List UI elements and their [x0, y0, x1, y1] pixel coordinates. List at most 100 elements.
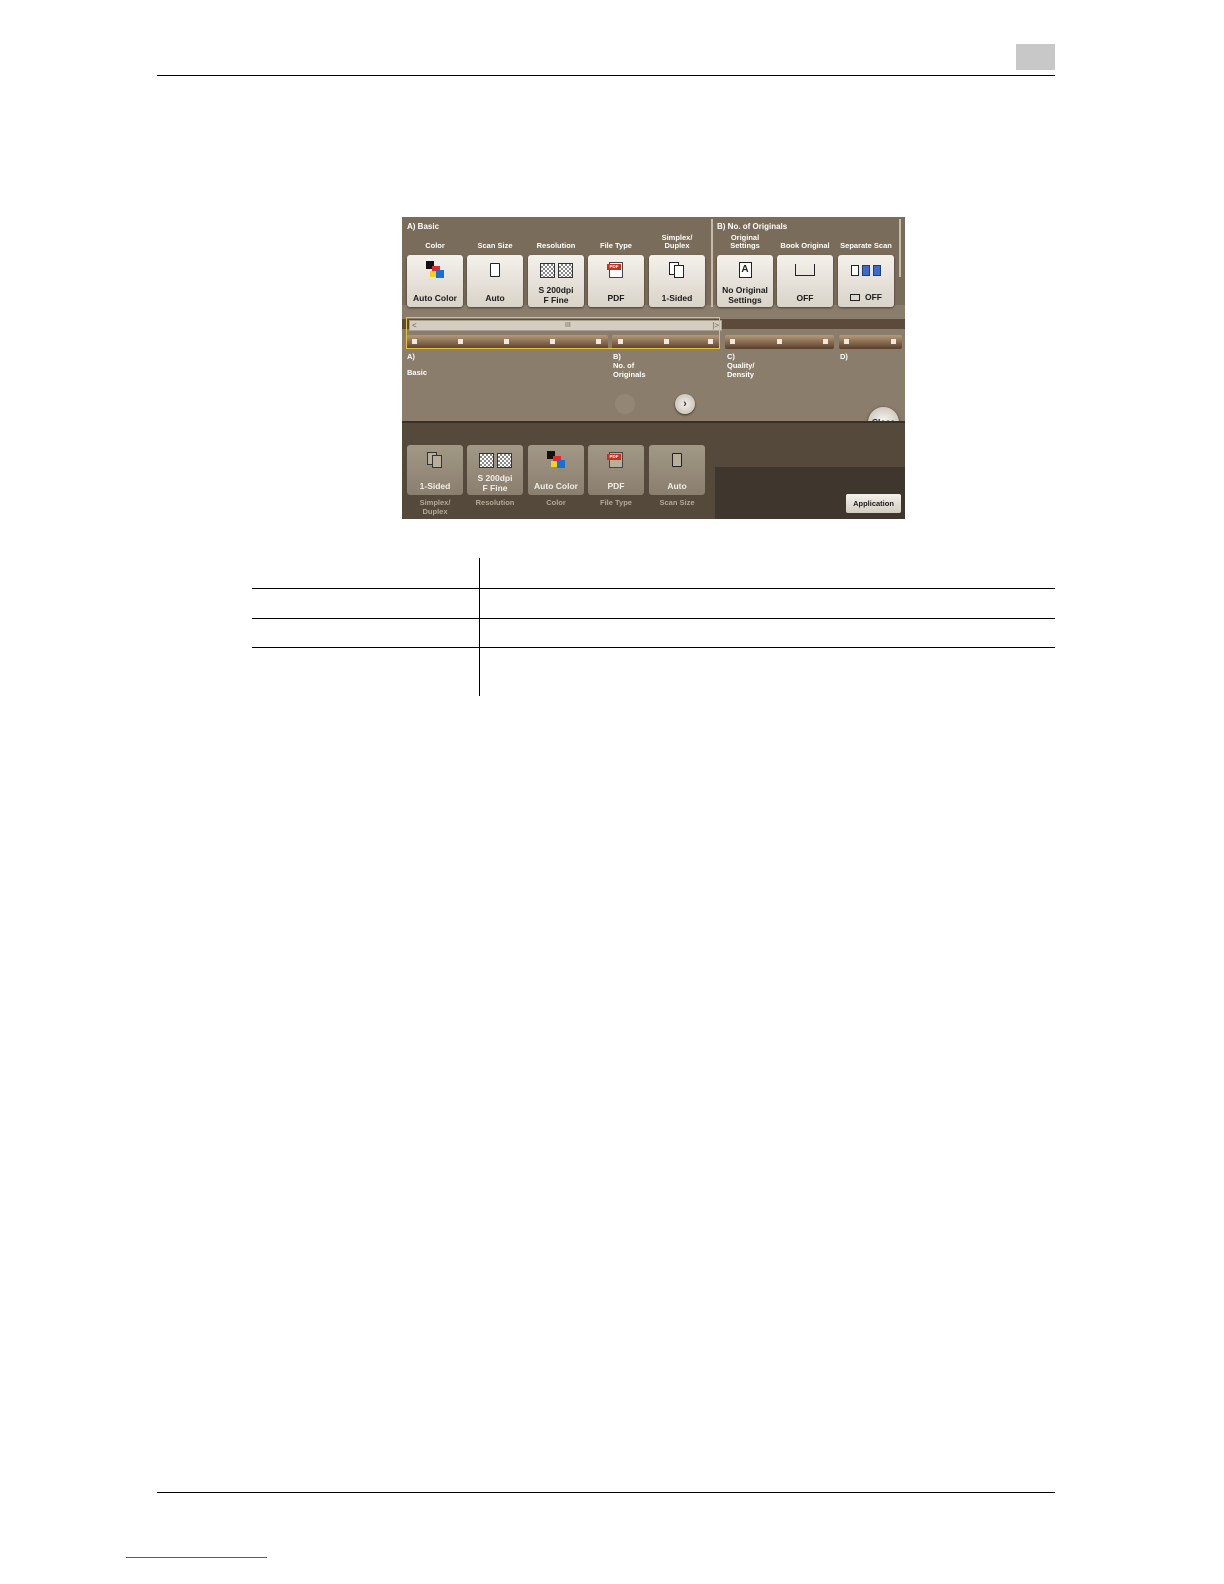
pdf-badge: PDF — [607, 454, 621, 460]
scan-size-icon-wrap — [467, 261, 523, 279]
nav-label-line: B) — [613, 352, 621, 361]
label-scan-size: Scan Size — [477, 241, 513, 250]
label-resolution: Resolution — [536, 241, 576, 250]
resolution-button[interactable]: S 200dpi F Fine — [528, 255, 584, 307]
label-color: Color — [425, 241, 445, 250]
caption-resolution: Resolution — [475, 498, 515, 507]
label-separate-scan: Separate Scan — [840, 241, 892, 250]
resolution-icon — [539, 262, 555, 278]
file-type-icon-wrap: PDF — [588, 451, 644, 469]
duplex-icon — [426, 451, 444, 469]
shortcut-scan-size-button[interactable]: Auto — [649, 445, 705, 495]
label-line: Settings — [730, 241, 760, 250]
shortcut-color-button[interactable]: Auto Color — [528, 445, 584, 495]
table-row-divider — [252, 647, 1055, 648]
nav-label-basic: A) Basic — [407, 352, 427, 377]
section-divider-right — [899, 219, 901, 277]
footer-link-underline — [126, 1557, 267, 1558]
caption-color: Color — [546, 498, 566, 507]
original-settings-value: No Original Settings — [717, 285, 773, 305]
label-line: Duplex — [664, 241, 690, 250]
nav-label-line: Originals — [613, 370, 646, 379]
header-rule — [157, 75, 1055, 76]
value-line: F Fine — [482, 483, 508, 493]
value-line: No Original — [722, 285, 768, 295]
document-icon — [490, 263, 500, 277]
resolution-icon — [478, 452, 494, 468]
color-icon-wrap — [407, 261, 463, 279]
table-row-divider — [252, 618, 1055, 619]
color-swatch — [436, 270, 444, 278]
nav-label-originals: B) No. of Originals — [613, 352, 646, 379]
caption-line: Simplex/ — [419, 498, 451, 507]
duplex-icon-wrap — [407, 451, 463, 469]
book-original-button[interactable]: OFF — [777, 255, 833, 307]
simplex-duplex-value: 1-Sided — [661, 293, 693, 303]
original-settings-button[interactable]: A No Original Settings — [717, 255, 773, 307]
nav-dot — [730, 339, 735, 344]
application-button[interactable]: Application — [846, 494, 901, 513]
scan-size-button[interactable]: Auto — [467, 255, 523, 307]
color-swatch — [430, 271, 436, 277]
table-row-divider — [252, 588, 1055, 589]
file-type-button[interactable]: PDF PDF — [588, 255, 644, 307]
nav-label-line: No. of — [613, 361, 635, 370]
caption-simplex-duplex: Simplex/ Duplex — [406, 498, 464, 516]
table-column-divider — [479, 558, 480, 696]
small-book-icon — [850, 293, 860, 301]
color-icon-wrap — [528, 451, 584, 469]
nav-label-line: D) — [840, 352, 848, 361]
book-icon-wrap — [777, 261, 833, 279]
duplex-icon-wrap — [649, 261, 705, 279]
nav-section-quality[interactable] — [725, 335, 834, 349]
nav-label-line: C) — [727, 352, 735, 361]
shortcut-scan-size-value: Auto — [667, 481, 687, 491]
scan-size-value: Auto — [485, 293, 505, 303]
section-divider — [711, 219, 713, 307]
caption-file-type: File Type — [600, 498, 632, 507]
resolution-icon — [496, 452, 512, 468]
nav-section-d[interactable] — [839, 335, 902, 349]
pdf-icon: PDF — [607, 452, 623, 468]
shortcut-resolution-button[interactable]: S 200dpi F Fine — [467, 445, 523, 495]
resolution-icon — [557, 262, 573, 278]
label-original-settings: Original Settings — [716, 234, 774, 250]
original-icon: A — [738, 262, 752, 278]
simplex-duplex-button[interactable]: 1-Sided — [649, 255, 705, 307]
separate-scan-icon-wrap — [838, 261, 894, 279]
value-line: Settings — [728, 295, 762, 305]
label-book-original: Book Original — [780, 241, 830, 250]
nav-dot — [891, 339, 896, 344]
shortcut-file-type-button[interactable]: PDF PDF — [588, 445, 644, 495]
nav-dot — [777, 339, 782, 344]
chapter-tab — [1016, 44, 1055, 70]
value-line: S 200dpi — [477, 473, 513, 483]
caption-scan-size: Scan Size — [659, 498, 695, 507]
nav-label-quality: C) Quality/ Density — [727, 352, 755, 379]
color-button[interactable]: Auto Color — [407, 255, 463, 307]
duplex-icon — [668, 261, 686, 279]
resolution-icon-wrap — [528, 261, 584, 279]
separate-scan-button[interactable]: OFF — [838, 255, 894, 307]
nav-label-d: D) — [840, 352, 848, 361]
shortcut-simplex-duplex-button[interactable]: 1-Sided — [407, 445, 463, 495]
file-type-icon-wrap: PDF — [588, 261, 644, 279]
book-icon — [795, 264, 815, 276]
color-icon — [547, 451, 565, 469]
color-swatch — [551, 461, 557, 467]
next-page-icon[interactable]: › — [675, 394, 695, 414]
file-type-value: PDF — [607, 293, 625, 303]
shortcut-file-type-value: PDF — [607, 481, 625, 491]
color-swatch — [557, 460, 565, 468]
color-value: Auto Color — [413, 293, 457, 303]
caption-line: Duplex — [422, 507, 448, 516]
nav-label-line: A) — [407, 352, 415, 361]
separate-scan-value-wrap: OFF — [838, 292, 894, 302]
value-line: S 200dpi — [538, 285, 574, 295]
scan-size-icon-wrap — [649, 451, 705, 469]
separate-scan-value: OFF — [865, 292, 882, 302]
duplex-sheet — [674, 265, 684, 278]
resolution-icon-wrap — [467, 451, 523, 469]
document-icon — [672, 453, 682, 467]
nav-dot — [823, 339, 828, 344]
